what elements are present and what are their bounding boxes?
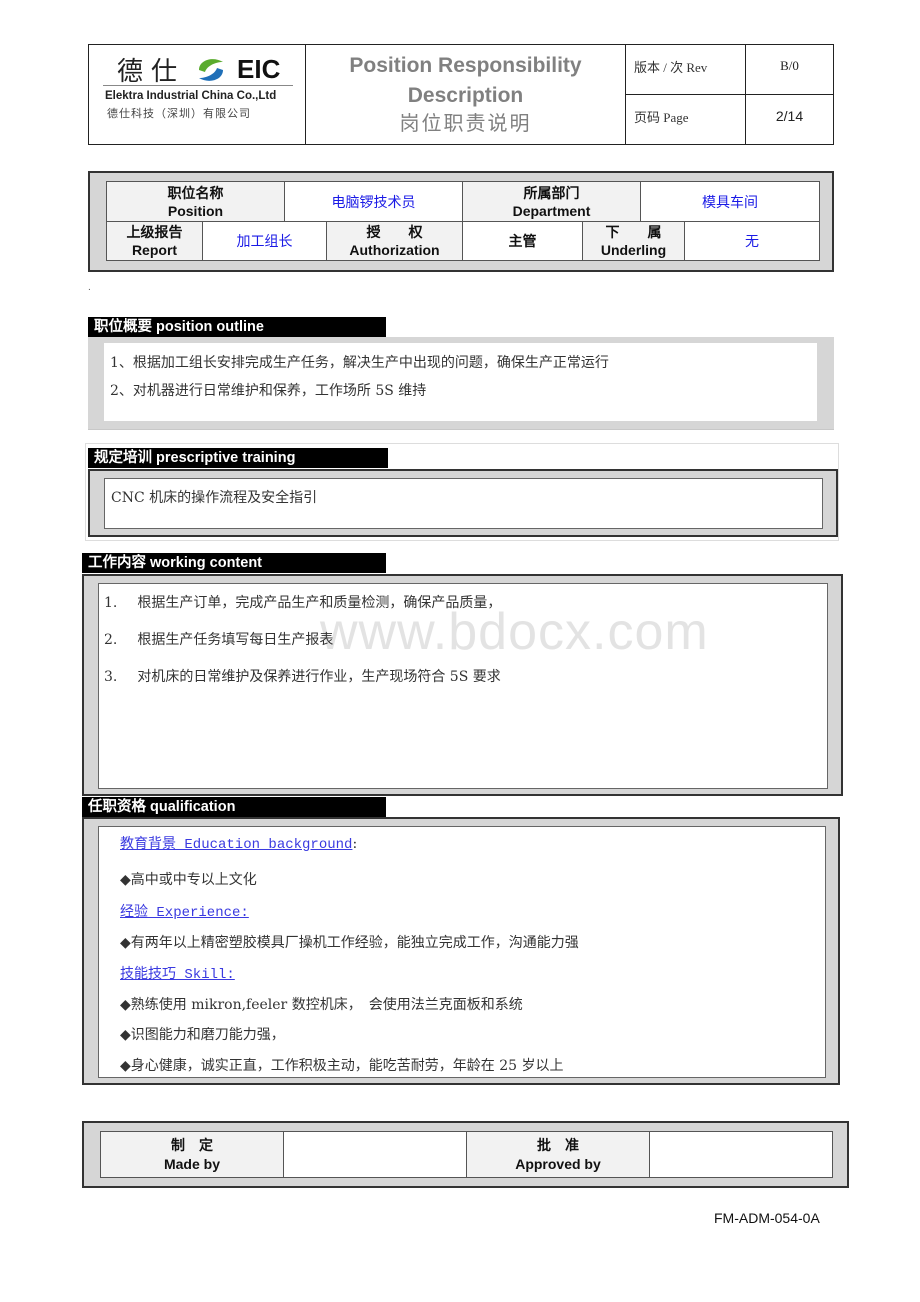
working-item-number: 1. bbox=[104, 595, 118, 611]
report-label-cn: 上级报告 bbox=[126, 224, 183, 240]
section-title-working: 工作内容 working content bbox=[82, 553, 386, 573]
education-heading-link[interactable]: 教育背景 Education background bbox=[120, 837, 352, 853]
page-label: 页码 Page bbox=[626, 95, 746, 144]
department-label: 所属部门 Department bbox=[463, 182, 641, 222]
document-header: 德仕 EIC Elektra Industrial China Co.,Ltd … bbox=[88, 44, 834, 145]
approved-by-label-en: Approved by bbox=[515, 1155, 601, 1172]
revision-label: 版本 / 次 Rev bbox=[626, 45, 746, 95]
company-name-cn: 德仕科技（深圳）有限公司 bbox=[107, 108, 251, 120]
experience-heading: 经验 Experience: bbox=[120, 901, 249, 921]
page-value: 2/14 bbox=[775, 108, 804, 124]
title-cn: 岗位职责说明 bbox=[399, 113, 532, 135]
title-en-line2: Description bbox=[407, 84, 524, 107]
working-item-number: 3. bbox=[104, 669, 118, 685]
authorization-label-en: Authorization bbox=[349, 242, 440, 258]
section-title-qualification: 任职资格 qualification bbox=[82, 797, 386, 817]
report-value: 加工组长 bbox=[203, 222, 327, 260]
document-title: Position Responsibility Description 岗位职责… bbox=[306, 45, 626, 144]
department-label-en: Department bbox=[512, 202, 591, 219]
working-item: 2. 根据生产任务填写每日生产报表 bbox=[104, 629, 333, 649]
experience-heading-link[interactable]: 经验 Experience: bbox=[120, 905, 249, 921]
logo-cell: 德仕 EIC Elektra Industrial China Co.,Ltd … bbox=[89, 45, 306, 144]
education-heading: 教育背景 Education background: bbox=[120, 833, 357, 853]
revision-value: B/0 bbox=[746, 45, 833, 95]
working-item: 3. 对机床的日常维护及保养进行作业，生产现场符合 5S 要求 bbox=[104, 666, 501, 686]
logo-mark-icon bbox=[195, 56, 227, 84]
position-label-cn: 职位名称 bbox=[167, 184, 224, 201]
working-item: 1. 根据生产订单，完成产品生产和质量检测，确保产品质量， bbox=[104, 592, 501, 612]
department-value: 模具车间 bbox=[641, 182, 819, 222]
approved-by-label-cn: 批 准 bbox=[537, 1136, 579, 1153]
company-logo: 德仕 EIC bbox=[117, 51, 280, 88]
underling-value: 无 bbox=[745, 233, 759, 249]
working-item-text: 根据生产任务填写每日生产报表 bbox=[137, 632, 334, 648]
skill-item: ◆熟练使用 mikron,feeler 数控机床， 会使用法兰克面板和系统 bbox=[120, 997, 523, 1013]
logo-divider bbox=[103, 85, 293, 86]
made-by-label: 制 定 Made by bbox=[101, 1132, 284, 1177]
authorization-value: 主管 bbox=[463, 222, 583, 260]
underling-label-cn: 下 属 bbox=[605, 224, 662, 240]
report-label-en: Report bbox=[131, 242, 178, 258]
experience-item: ◆有两年以上精密塑胶模具厂操机工作经验，能独立完成工作，沟通能力强 bbox=[120, 935, 579, 951]
position-label-en: Position bbox=[167, 202, 224, 219]
made-by-field[interactable] bbox=[284, 1132, 467, 1177]
report-label: 上级报告 Report bbox=[107, 222, 203, 260]
signature-panel: 制 定 Made by 批 准 Approved by bbox=[82, 1121, 849, 1188]
made-by-label-en: Made by bbox=[163, 1155, 220, 1172]
authorization-label: 授 权 Authorization bbox=[327, 222, 463, 260]
outline-item: 2、对机器进行日常维护和保养，工作场所 5S 维持 bbox=[110, 383, 427, 399]
skill-heading-link[interactable]: 技能技巧 Skill: bbox=[120, 967, 235, 983]
outline-item: 1、根据加工组长安排完成生产任务，解决生产中出现的问题，确保生产正常运行 bbox=[110, 355, 609, 371]
working-item-text: 根据生产订单，完成产品生产和质量检测，确保产品质量， bbox=[137, 595, 502, 611]
position-label: 职位名称 Position bbox=[107, 182, 285, 222]
working-item-number: 2. bbox=[104, 632, 118, 648]
logo-brand: EIC bbox=[237, 54, 281, 84]
approved-by-field[interactable] bbox=[650, 1132, 832, 1177]
authorization-label-cn: 授 权 bbox=[366, 224, 423, 240]
section-title-training: 规定培训 prescriptive training bbox=[88, 448, 388, 468]
education-colon: : bbox=[352, 836, 358, 852]
signature-table: 制 定 Made by 批 准 Approved by bbox=[100, 1131, 833, 1178]
made-by-label-cn: 制 定 bbox=[171, 1136, 213, 1153]
skill-item: ◆身心健康，诚实正直，工作积极主动，能吃苦耐劳，年龄在 25 岁以上 bbox=[120, 1058, 564, 1074]
title-en-line1: Position Responsibility bbox=[349, 54, 582, 77]
form-code: FM-ADM-054-0A bbox=[714, 1210, 820, 1226]
education-item: ◆高中或中专以上文化 bbox=[120, 872, 257, 888]
position-value: 电脑锣技术员 bbox=[285, 182, 463, 222]
stray-mark: . bbox=[88, 282, 91, 293]
approved-by-label: 批 准 Approved by bbox=[467, 1132, 650, 1177]
section-title-outline: 职位概要 position outline bbox=[88, 317, 386, 337]
underling-label-en: Underling bbox=[600, 242, 667, 258]
position-info-panel: 职位名称 Position 电脑锣技术员 所属部门 Department 模具车… bbox=[88, 171, 834, 272]
underling-label: 下 属 Underling bbox=[583, 222, 685, 260]
company-name-en: Elektra Industrial China Co.,Ltd bbox=[105, 90, 277, 102]
working-item-text: 对机床的日常维护及保养进行作业，生产现场符合 5S 要求 bbox=[137, 669, 501, 685]
skill-heading: 技能技巧 Skill: bbox=[120, 963, 235, 983]
logo-cn-name: 德仕 bbox=[117, 57, 186, 87]
position-info-table: 职位名称 Position 电脑锣技术员 所属部门 Department 模具车… bbox=[106, 181, 820, 261]
department-label-cn: 所属部门 bbox=[523, 184, 580, 201]
training-text: CNC 机床的操作流程及安全指引 bbox=[111, 490, 318, 506]
skill-item: ◆识图能力和磨刀能力强， bbox=[120, 1027, 285, 1043]
